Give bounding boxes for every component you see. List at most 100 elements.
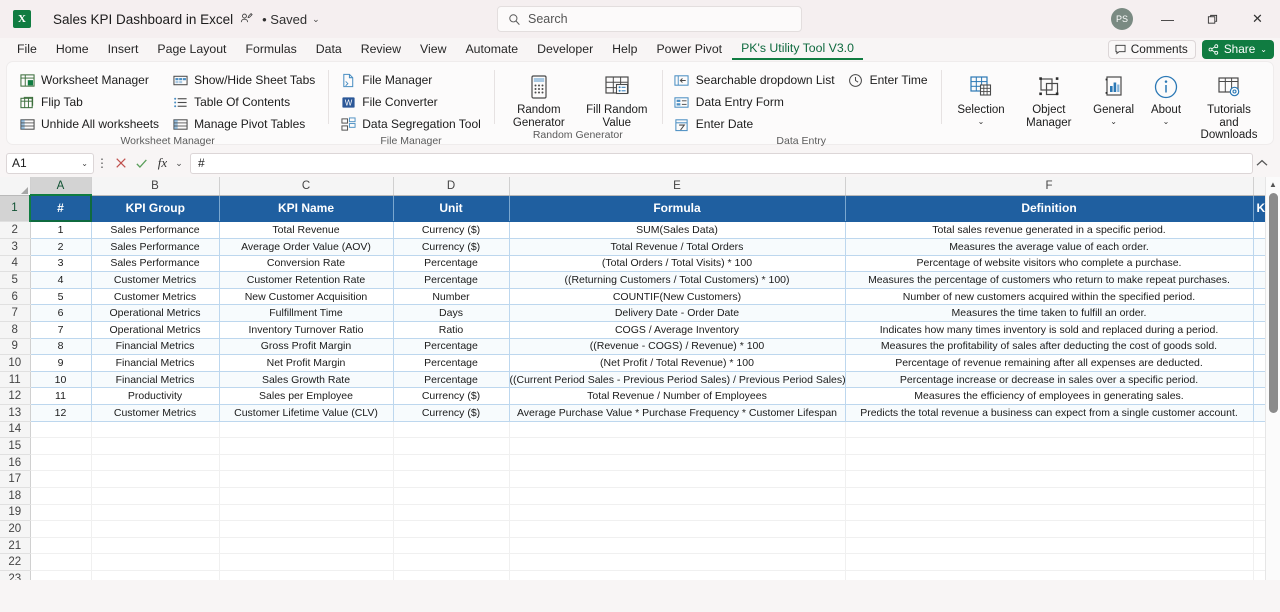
empty-cell[interactable] <box>91 470 220 488</box>
cell-B2[interactable]: Sales Performance <box>91 222 220 240</box>
cell-B11[interactable]: Financial Metrics <box>91 371 220 389</box>
empty-cell[interactable] <box>509 537 846 555</box>
cell-B1[interactable]: KPI Group <box>91 195 220 222</box>
share-button[interactable]: Share ⌄ <box>1201 40 1274 59</box>
cell-D7[interactable]: Days <box>393 304 510 323</box>
ribbon-item-file-manager[interactable]: File Manager <box>334 69 488 91</box>
cell-E7[interactable]: Delivery Date - Order Date <box>509 304 846 323</box>
cell-G8[interactable] <box>1253 321 1266 339</box>
ribbon-item-worksheet-manager[interactable]: Worksheet Manager <box>13 69 166 91</box>
cell-B5[interactable]: Customer Metrics <box>91 271 220 289</box>
cancel-x-icon[interactable] <box>110 153 131 174</box>
empty-cell[interactable] <box>30 437 92 455</box>
tab-power-pivot[interactable]: Power Pivot <box>647 40 731 59</box>
chevron-down-icon[interactable]: ⌄ <box>312 14 320 25</box>
cell-B10[interactable]: Financial Metrics <box>91 354 220 372</box>
ribbon-item-fill-random-value[interactable]: Fill Random Value <box>578 69 656 129</box>
empty-cell[interactable] <box>393 421 510 439</box>
empty-cell[interactable] <box>393 570 510 580</box>
empty-cell[interactable] <box>845 437 1254 455</box>
empty-cell[interactable] <box>393 454 510 472</box>
row-header-22[interactable]: 22 <box>0 553 31 571</box>
table-row[interactable]: 3 2 Sales Performance Average Order Value (… <box>0 238 1280 256</box>
close-button[interactable]: ✕ <box>1235 0 1280 38</box>
empty-cell[interactable] <box>219 487 394 505</box>
column-header-b[interactable]: B <box>91 177 220 196</box>
empty-cell[interactable] <box>219 570 394 580</box>
tab-developer[interactable]: Developer <box>528 40 602 59</box>
tab-data[interactable]: Data <box>307 40 351 59</box>
empty-cell[interactable] <box>30 487 92 505</box>
empty-cell[interactable] <box>845 504 1254 522</box>
ribbon-item-enter-date[interactable]: Enter Date <box>668 113 842 135</box>
cell-C7[interactable]: Fulfillment Time <box>219 304 394 323</box>
tab-file[interactable]: File <box>8 40 46 59</box>
chevron-down-icon[interactable]: ⌄ <box>1163 117 1170 126</box>
cell-F11[interactable]: Percentage increase or decrease in sales… <box>845 371 1254 389</box>
row-header-15[interactable]: 15 <box>0 437 31 455</box>
empty-cell[interactable] <box>393 504 510 522</box>
empty-cell[interactable] <box>845 470 1254 488</box>
cell-C1[interactable]: KPI Name <box>219 195 394 222</box>
ribbon-item-general[interactable]: General ⌄ <box>1086 69 1141 142</box>
cell-A2[interactable]: 1 <box>30 222 92 240</box>
table-row[interactable]: 2 1 Sales Performance Total Revenue Currency… <box>0 222 1280 240</box>
empty-cell[interactable] <box>393 537 510 555</box>
cell-F10[interactable]: Percentage of revenue remaining after al… <box>845 354 1254 372</box>
empty-cell[interactable] <box>509 487 846 505</box>
cell-A7[interactable]: 6 <box>30 304 92 323</box>
cell-C3[interactable]: Average Order Value (AOV) <box>219 238 394 256</box>
cell-C10[interactable]: Net Profit Margin <box>219 354 394 372</box>
cell-B8[interactable]: Operational Metrics <box>91 321 220 339</box>
cell-A8[interactable]: 7 <box>30 321 92 339</box>
cell-D2[interactable]: Currency ($) <box>393 222 510 240</box>
search-box[interactable]: Search <box>497 6 802 32</box>
cell-D8[interactable]: Ratio <box>393 321 510 339</box>
empty-cell[interactable] <box>219 504 394 522</box>
row-header-23[interactable]: 23 <box>0 570 31 580</box>
cell-G7[interactable] <box>1253 304 1266 323</box>
empty-cell[interactable] <box>509 421 846 439</box>
empty-cell[interactable] <box>1253 504 1266 522</box>
table-row[interactable]: 8 7 Operational Metrics Inventory Turnover … <box>0 321 1280 339</box>
table-row[interactable]: 12 11 Productivity Sales per Employee Curren… <box>0 387 1280 406</box>
empty-row[interactable]: 23 <box>0 570 1280 580</box>
avatar[interactable]: PS <box>1111 8 1133 30</box>
chevron-down-icon[interactable]: ⌄ <box>1110 117 1117 126</box>
empty-cell[interactable] <box>219 454 394 472</box>
vertical-dots-icon[interactable]: ⋮ <box>94 157 110 169</box>
empty-cell[interactable] <box>509 553 846 571</box>
empty-row[interactable]: 14 <box>0 421 1280 439</box>
empty-cell[interactable] <box>91 487 220 505</box>
empty-cell[interactable] <box>393 470 510 488</box>
empty-cell[interactable] <box>30 504 92 522</box>
empty-cell[interactable] <box>219 437 394 455</box>
table-row[interactable]: 13 12 Customer Metrics Customer Lifetime Va… <box>0 404 1280 422</box>
empty-cell[interactable] <box>91 537 220 555</box>
table-row[interactable]: 6 5 Customer Metrics New Customer Acquisiti… <box>0 288 1280 306</box>
row-header-9[interactable]: 9 <box>0 338 31 356</box>
empty-cell[interactable] <box>845 520 1254 538</box>
table-row[interactable]: 9 8 Financial Metrics Gross Profit Margin Pe… <box>0 338 1280 356</box>
fx-icon[interactable]: fx <box>152 153 173 174</box>
tab-page-layout[interactable]: Page Layout <box>148 40 235 59</box>
cell-E6[interactable]: COUNTIF(New Customers) <box>509 288 846 306</box>
row-header-3[interactable]: 3 <box>0 238 31 256</box>
chevron-down-icon[interactable]: ⌄ <box>978 117 985 126</box>
empty-row[interactable]: 16 <box>0 454 1280 472</box>
empty-cell[interactable] <box>91 437 220 455</box>
row-header-6[interactable]: 6 <box>0 288 31 306</box>
row-header-11[interactable]: 11 <box>0 371 31 389</box>
cell-A5[interactable]: 4 <box>30 271 92 289</box>
ribbon-item-random-generator[interactable]: Random Generator <box>500 69 578 129</box>
empty-cell[interactable] <box>509 437 846 455</box>
cell-D3[interactable]: Currency ($) <box>393 238 510 256</box>
cell-D10[interactable]: Percentage <box>393 354 510 372</box>
chevron-down-icon[interactable]: ⌄ <box>81 159 88 168</box>
cell-F3[interactable]: Measures the average value of each order… <box>845 238 1254 256</box>
empty-cell[interactable] <box>1253 421 1266 439</box>
tab-home[interactable]: Home <box>47 40 98 59</box>
empty-cell[interactable] <box>30 553 92 571</box>
empty-cell[interactable] <box>845 487 1254 505</box>
empty-row[interactable]: 22 <box>0 553 1280 571</box>
